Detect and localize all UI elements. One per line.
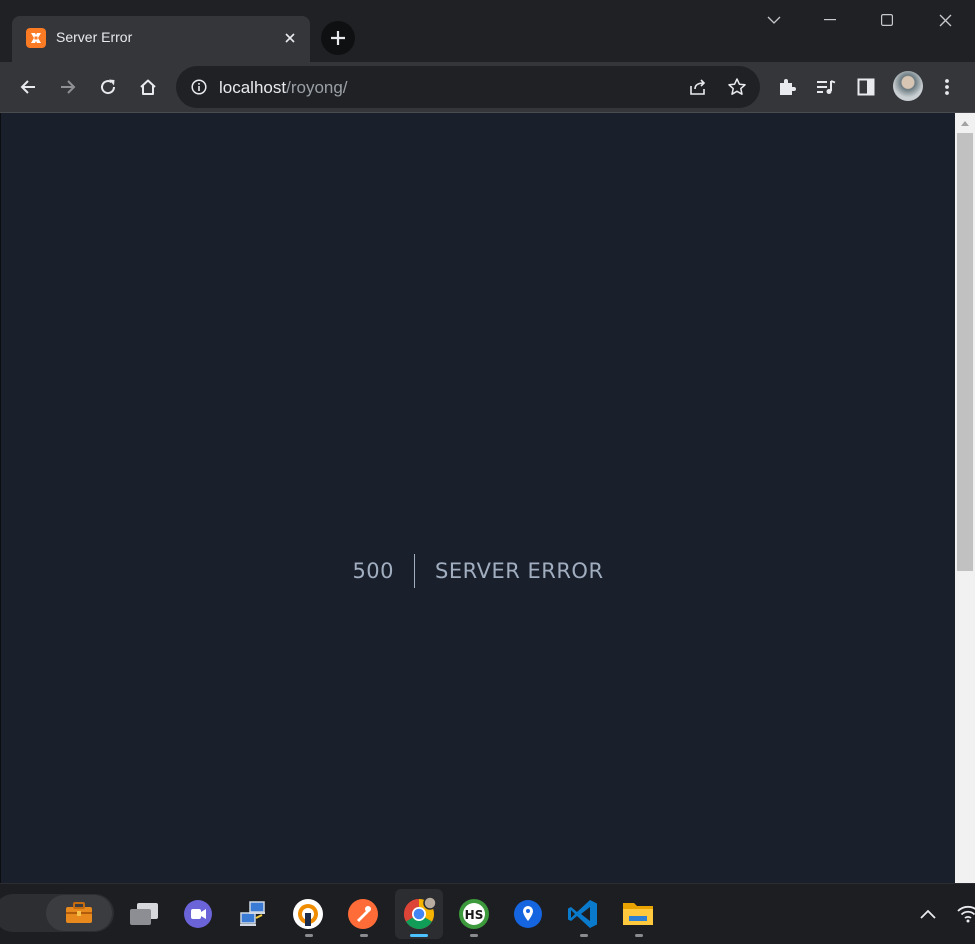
browser-tab-active[interactable]: Server Error [12, 16, 310, 62]
media-queue-icon [817, 80, 836, 94]
tab-title: Server Error [56, 29, 133, 45]
close-icon [939, 14, 951, 26]
home-icon [140, 79, 156, 95]
briefcase-app-icon [66, 902, 92, 923]
close-window-button[interactable] [922, 4, 968, 36]
side-panel-button[interactable] [850, 71, 882, 103]
profile-avatar[interactable] [893, 71, 923, 101]
reload-button[interactable] [92, 71, 124, 103]
minimize-button[interactable] [807, 4, 853, 36]
svg-text:HS: HS [465, 908, 484, 922]
running-indicator [470, 934, 478, 937]
minimize-icon [824, 19, 836, 21]
vscode-icon[interactable] [566, 897, 600, 931]
forward-button[interactable] [52, 71, 84, 103]
url-text[interactable]: localhost/royong/ [219, 78, 348, 98]
scrollbar-thumb[interactable] [957, 133, 973, 571]
running-indicator [360, 934, 368, 937]
share-icon[interactable] [688, 78, 708, 96]
new-tab-button[interactable] [321, 21, 355, 55]
media-controls-button[interactable] [810, 71, 842, 103]
browser-title-bar: Server Error [0, 0, 975, 64]
error-text: SERVER ERROR [435, 559, 604, 583]
maximize-button[interactable] [864, 4, 910, 36]
plus-icon [331, 31, 345, 45]
network-app-icon[interactable] [236, 897, 270, 931]
wifi-icon[interactable] [951, 897, 975, 931]
address-bar[interactable]: localhost/royong/ [176, 66, 760, 108]
home-button[interactable] [132, 71, 164, 103]
bookmark-star-icon[interactable] [727, 77, 747, 97]
close-tab-icon[interactable] [280, 28, 300, 48]
running-indicator [580, 934, 588, 937]
chrome-menu-button[interactable] [931, 71, 963, 103]
extensions-button[interactable] [771, 71, 803, 103]
running-indicator [305, 934, 313, 937]
chat-app-icon[interactable] [181, 897, 215, 931]
task-view-icon[interactable] [127, 897, 161, 931]
vpn-app-icon[interactable] [291, 897, 325, 931]
info-icon[interactable] [191, 79, 207, 95]
postman-icon[interactable] [346, 897, 380, 931]
side-panel-icon [857, 78, 875, 96]
vertical-scrollbar[interactable] [955, 113, 975, 883]
xampp-icon [26, 28, 46, 48]
running-indicator [635, 934, 643, 937]
url-host: localhost [219, 78, 287, 97]
arrow-right-icon [61, 80, 76, 94]
scroll-up-icon[interactable] [955, 113, 975, 133]
url-path: /royong/ [286, 78, 348, 97]
chevron-down-icon [767, 16, 781, 24]
taskbar-widget-inner[interactable] [46, 895, 112, 931]
active-indicator [410, 934, 428, 937]
error-message-block: 500 SERVER ERROR [1, 554, 955, 588]
reload-icon [101, 79, 116, 95]
chrome-icon[interactable] [402, 897, 436, 931]
heidisql-icon[interactable]: HS [457, 897, 491, 931]
tab-search-button[interactable] [751, 4, 797, 36]
windows-taskbar: HS [0, 883, 975, 944]
arrow-left-icon [20, 80, 35, 94]
page-content: 500 SERVER ERROR [1, 113, 955, 883]
more-vertical-icon [945, 79, 949, 95]
back-button[interactable] [12, 71, 44, 103]
maximize-icon [881, 14, 893, 26]
browser-toolbar: localhost/royong/ [0, 62, 975, 113]
file-explorer-icon[interactable] [621, 897, 655, 931]
puzzle-icon [780, 79, 796, 95]
show-hidden-icons-icon[interactable] [911, 897, 945, 931]
error-code: 500 [352, 554, 416, 588]
maps-icon[interactable] [511, 897, 545, 931]
